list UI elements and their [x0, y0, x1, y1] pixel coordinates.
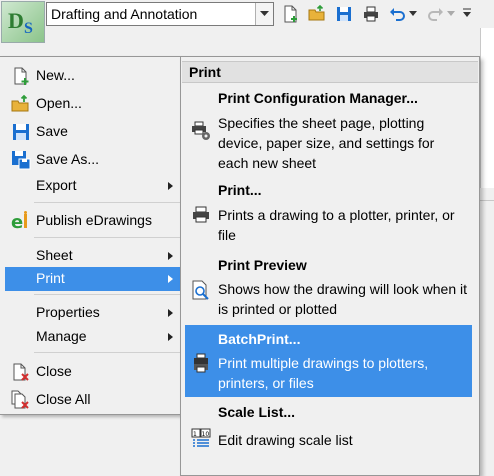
new-document-icon[interactable] — [282, 5, 300, 23]
menu-item-save[interactable]: Save — [5, 120, 181, 144]
menu-item-properties[interactable]: Properties — [5, 301, 181, 325]
print-preview-icon — [192, 280, 209, 300]
menu-item-label: New... — [36, 67, 75, 83]
undo-icon[interactable] — [388, 5, 406, 23]
menu-item-sheet[interactable]: Sheet — [5, 244, 181, 268]
menu-item-label: Sheet — [36, 247, 73, 263]
submenu-item-batchprint[interactable]: BatchPrint... Print multiple drawings to… — [185, 325, 472, 397]
close-all-documents-icon — [11, 390, 29, 409]
menu-item-label: Print — [36, 270, 65, 286]
menu-separator — [34, 202, 180, 203]
app-logo[interactable]: D S — [1, 1, 45, 43]
workspace-dropdown[interactable]: Drafting and Annotation — [46, 2, 274, 26]
submenu-item-print-configuration-manager[interactable]: Print Configuration Manager... Specifies… — [185, 86, 472, 174]
customize-toolbar-icon[interactable] — [462, 8, 472, 18]
menu-item-label: Manage — [36, 328, 87, 344]
submenu-item-scale-list[interactable]: Scale List... 1 10 Edit drawing scale li… — [185, 400, 472, 454]
svg-text:10: 10 — [202, 431, 210, 438]
new-document-icon — [14, 67, 29, 85]
menu-item-close[interactable]: Close — [5, 360, 181, 384]
menu-item-publish-edrawings[interactable]: e Publish eDrawings — [5, 209, 181, 233]
submenu-arrow-icon — [168, 333, 173, 341]
print-submenu: Print Print Configuration Manager... Spe… — [180, 56, 480, 476]
menu-item-label: Save As... — [36, 151, 100, 167]
menu-item-close-all[interactable]: Close All — [5, 388, 181, 412]
menu-item-label: Publish eDrawings — [36, 212, 152, 228]
submenu-item-title: Print... — [218, 182, 262, 198]
submenu-item-title: Print Configuration Manager... — [218, 90, 418, 106]
submenu-arrow-icon — [168, 252, 173, 260]
submenu-item-description: Prints a drawing to a plotter, printer, … — [218, 207, 455, 243]
menu-item-label: Close All — [36, 391, 91, 407]
menu-item-new[interactable]: New... — [5, 64, 181, 88]
submenu-arrow-icon — [168, 182, 173, 190]
file-menu: New... Open... Save Save As... Export e … — [0, 56, 182, 415]
save-icon[interactable] — [335, 5, 353, 23]
menu-separator — [34, 294, 180, 295]
menu-item-open[interactable]: Open... — [5, 92, 181, 116]
scale-list-icon: 1 10 — [191, 428, 211, 447]
menu-item-label: Properties — [36, 304, 100, 320]
menu-separator — [34, 237, 180, 238]
chevron-down-icon — [260, 11, 269, 16]
background-panel — [480, 28, 494, 188]
submenu-header-label: Print — [189, 64, 221, 80]
open-folder-icon — [11, 94, 29, 112]
close-document-icon — [13, 363, 29, 381]
menu-item-label: Save — [36, 123, 68, 139]
menu-item-label: Close — [36, 363, 72, 379]
workspace-value: Drafting and Annotation — [51, 6, 198, 22]
menu-item-label: Open... — [36, 95, 82, 111]
app-logo-mark-2: S — [24, 20, 33, 37]
menu-item-save-as[interactable]: Save As... — [5, 148, 181, 172]
svg-text:e: e — [11, 212, 23, 231]
open-folder-icon[interactable] — [308, 5, 326, 23]
menu-item-manage[interactable]: Manage — [5, 325, 181, 349]
print-config-icon — [192, 121, 210, 140]
background-divider — [480, 200, 494, 201]
submenu-item-print[interactable]: Print... Prints a drawing to a plotter, … — [185, 178, 472, 248]
edrawings-icon: e — [11, 211, 27, 231]
submenu-item-title: Print Preview — [218, 257, 307, 273]
submenu-arrow-icon — [168, 275, 173, 283]
menu-item-print[interactable]: Print — [5, 267, 181, 291]
submenu-item-print-preview[interactable]: Print Preview Shows how the drawing will… — [185, 254, 472, 322]
print-icon — [193, 206, 209, 223]
redo-icon — [428, 8, 443, 21]
undo-dropdown-icon[interactable] — [409, 11, 417, 17]
dropdown-arrow-button[interactable] — [255, 3, 273, 25]
svg-text:1: 1 — [193, 431, 197, 438]
submenu-item-title: BatchPrint... — [218, 331, 301, 347]
submenu-item-title: Scale List... — [218, 404, 296, 420]
redo-dropdown-icon — [447, 11, 455, 16]
submenu-item-description: Shows how the drawing will look when it … — [218, 281, 468, 317]
batch-print-icon — [194, 353, 208, 373]
submenu-item-description: Print multiple drawings to plotters, pri… — [218, 355, 429, 391]
menu-item-label: Export — [36, 177, 77, 193]
submenu-header: Print — [182, 61, 478, 83]
app-logo-mark: D — [8, 8, 24, 33]
submenu-item-description: Edit drawing scale list — [218, 432, 353, 448]
save-icon — [13, 124, 29, 140]
submenu-arrow-icon — [168, 309, 173, 317]
save-as-icon — [12, 151, 31, 170]
submenu-item-description: Specifies the sheet page, plotting devic… — [218, 115, 435, 171]
print-icon[interactable] — [362, 5, 380, 23]
menu-item-export[interactable]: Export — [5, 174, 181, 198]
menu-separator — [34, 352, 180, 353]
